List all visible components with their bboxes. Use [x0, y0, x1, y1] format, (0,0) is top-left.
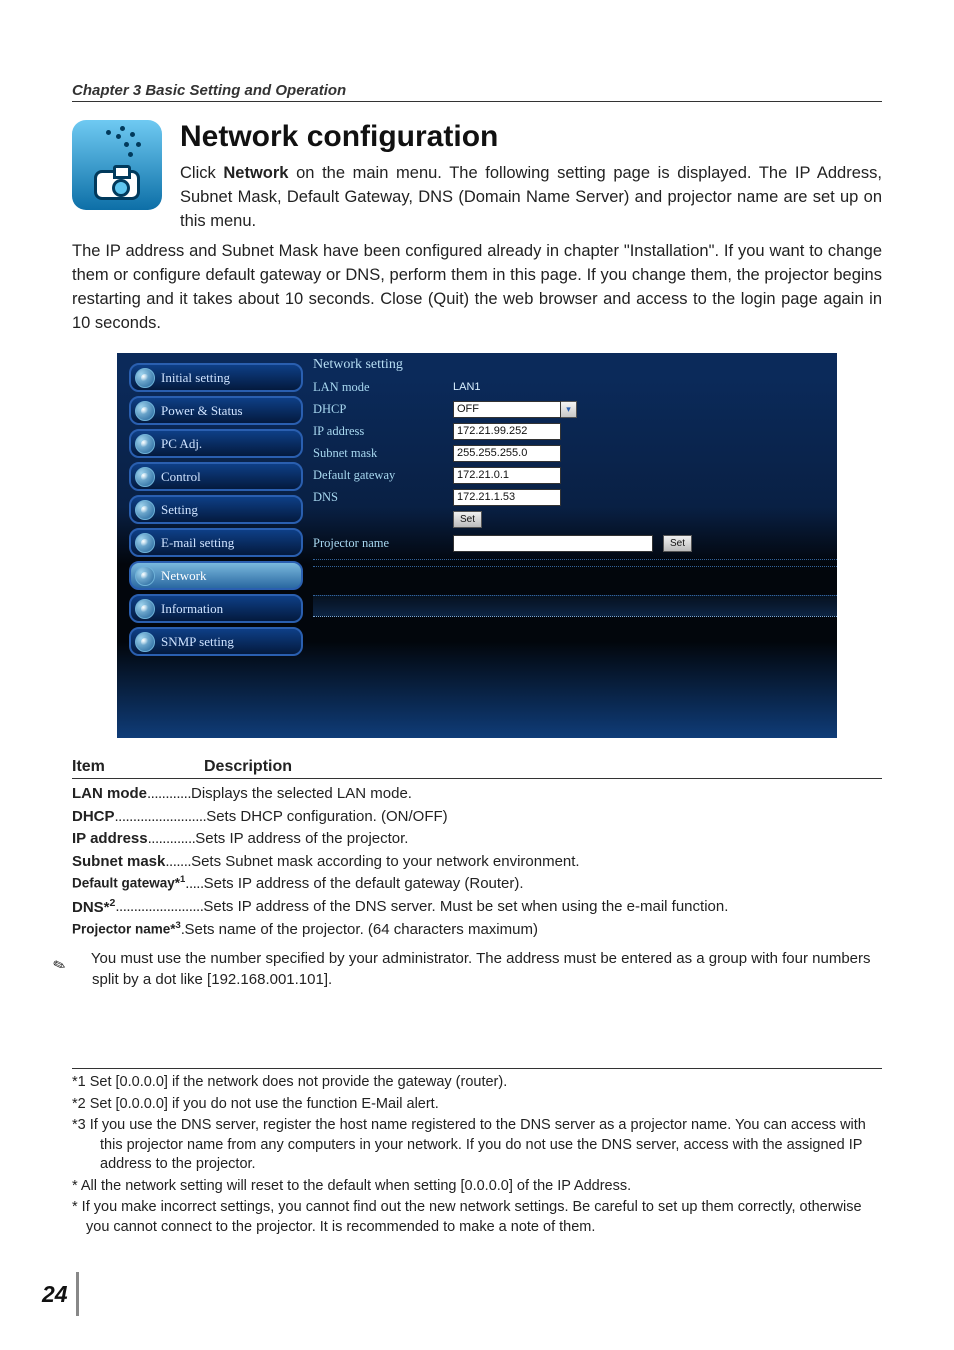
- description-row: DHCP.........................Sets DHCP c…: [72, 806, 882, 829]
- pencil-icon: ✎: [69, 946, 90, 971]
- footnote: * All the network setting will reset to …: [72, 1177, 882, 1197]
- network-setting-screenshot: Initial setting Power & Status PC Adj. Cont…: [117, 353, 837, 738]
- sidebar-item-label: SNMP setting: [161, 634, 234, 650]
- footnote-divider: [72, 1068, 882, 1069]
- sidebar-item-e-mail-setting[interactable]: E-mail setting: [129, 528, 303, 557]
- dhcp-select[interactable]: OFF: [453, 401, 561, 418]
- description-row: Default gateway*1.....Sets IP address of…: [72, 873, 882, 896]
- menu-icon: [135, 368, 155, 388]
- footnotes: *1 Set [0.0.0.0] if the network does not…: [72, 1073, 882, 1238]
- dns-label: DNS: [313, 490, 453, 505]
- lan-mode-label: LAN mode: [313, 380, 453, 395]
- dhcp-label: DHCP: [313, 402, 453, 417]
- sidebar-item-label: PC Adj.: [161, 436, 202, 452]
- projector-name-label: Projector name: [313, 536, 453, 551]
- lan-mode-value: LAN1: [453, 381, 481, 393]
- description-row: IP address.............Sets IP address o…: [72, 828, 882, 851]
- sidebar-item-label: Power & Status: [161, 403, 243, 419]
- description-row: LAN mode............Displays the selecte…: [72, 783, 882, 806]
- sidebar-item-snmp-setting[interactable]: SNMP setting: [129, 627, 303, 656]
- panel-heading: Network setting: [313, 357, 837, 373]
- note-text: ✎ You must use the number specified by y…: [72, 948, 882, 990]
- body-paragraph: The IP address and Subnet Mask have been…: [72, 240, 882, 336]
- sidebar-item-power-status[interactable]: Power & Status: [129, 396, 303, 425]
- menu-icon: [135, 467, 155, 487]
- projector-name-input[interactable]: [453, 535, 653, 552]
- sidebar-item-label: Control: [161, 469, 201, 485]
- sidebar-item-label: Initial setting: [161, 370, 230, 386]
- sidebar-item-label: Network: [161, 568, 207, 584]
- sidebar-item-label: Setting: [161, 502, 198, 518]
- chapter-heading: Chapter 3 Basic Setting and Operation: [72, 82, 882, 102]
- menu-icon: [135, 533, 155, 553]
- description-row: DNS*2........................Sets IP add…: [72, 896, 882, 920]
- footnote: *1 Set [0.0.0.0] if the network does not…: [72, 1073, 882, 1093]
- description-header: Item Description: [72, 758, 882, 779]
- network-hero-icon: [72, 120, 162, 210]
- sidebar-item-label: E-mail setting: [161, 535, 234, 551]
- chevron-down-icon[interactable]: ▾: [561, 401, 577, 418]
- menu-icon: [135, 500, 155, 520]
- page-number: 24: [42, 1272, 79, 1316]
- ip-address-input[interactable]: 172.21.99.252: [453, 423, 561, 440]
- sidebar-item-network[interactable]: Network: [129, 561, 303, 590]
- menu-icon: [135, 599, 155, 619]
- footnote: *2 Set [0.0.0.0] if you do not use the f…: [72, 1095, 882, 1115]
- menu-icon: [135, 566, 155, 586]
- intro-text: Click Network on the main menu. The foll…: [180, 162, 882, 234]
- divider: [313, 595, 837, 617]
- subnet-mask-input[interactable]: 255.255.255.0: [453, 445, 561, 462]
- dns-input[interactable]: 172.21.1.53: [453, 489, 561, 506]
- sidebar-item-control[interactable]: Control: [129, 462, 303, 491]
- sidebar-item-information[interactable]: Information: [129, 594, 303, 623]
- set-button-2[interactable]: Set: [663, 535, 692, 552]
- set-button[interactable]: Set: [453, 511, 482, 528]
- default-gateway-input[interactable]: 172.21.0.1: [453, 467, 561, 484]
- page-title: Network configuration: [180, 120, 882, 154]
- subnet-mask-label: Subnet mask: [313, 446, 453, 461]
- menu-icon: [135, 434, 155, 454]
- divider: [313, 559, 837, 567]
- footnote: *3 If you use the DNS server, register t…: [72, 1116, 882, 1175]
- description-row: Subnet mask.......Sets Subnet mask accor…: [72, 851, 882, 874]
- description-row: Projector name*3.Sets name of the projec…: [72, 919, 882, 942]
- ip-address-label: IP address: [313, 424, 453, 439]
- sidebar-item-initial-setting[interactable]: Initial setting: [129, 363, 303, 392]
- menu-icon: [135, 401, 155, 421]
- sidebar-item-setting[interactable]: Setting: [129, 495, 303, 524]
- sidebar-item-pc-adj-[interactable]: PC Adj.: [129, 429, 303, 458]
- default-gateway-label: Default gateway: [313, 468, 453, 483]
- sidebar-item-label: Information: [161, 601, 223, 617]
- menu-icon: [135, 632, 155, 652]
- footnote: * If you make incorrect settings, you ca…: [72, 1198, 882, 1237]
